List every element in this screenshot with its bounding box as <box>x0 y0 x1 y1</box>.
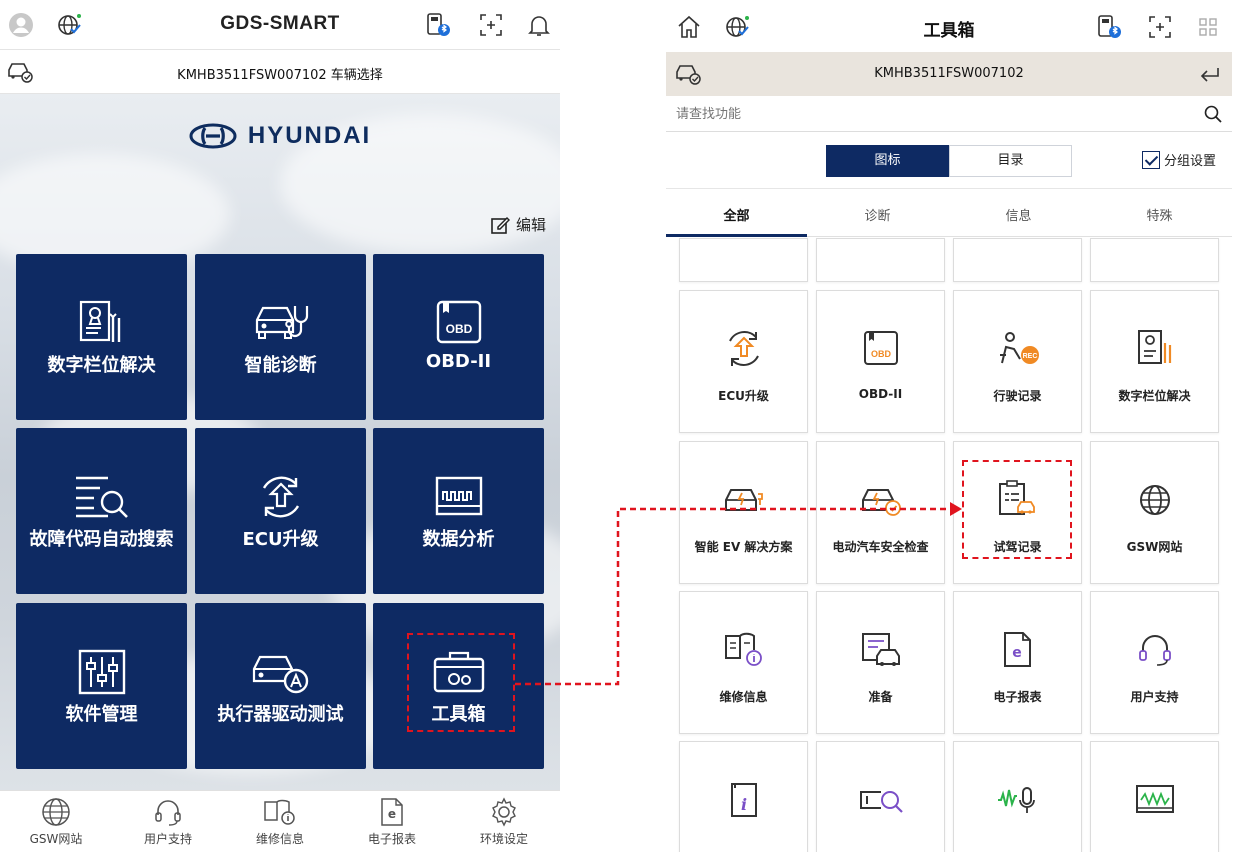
screen: GDS-SMART KMHB3511FSW007102 车辆选择 HYUNDAI… <box>0 0 1238 865</box>
callout-arrow <box>515 502 962 686</box>
